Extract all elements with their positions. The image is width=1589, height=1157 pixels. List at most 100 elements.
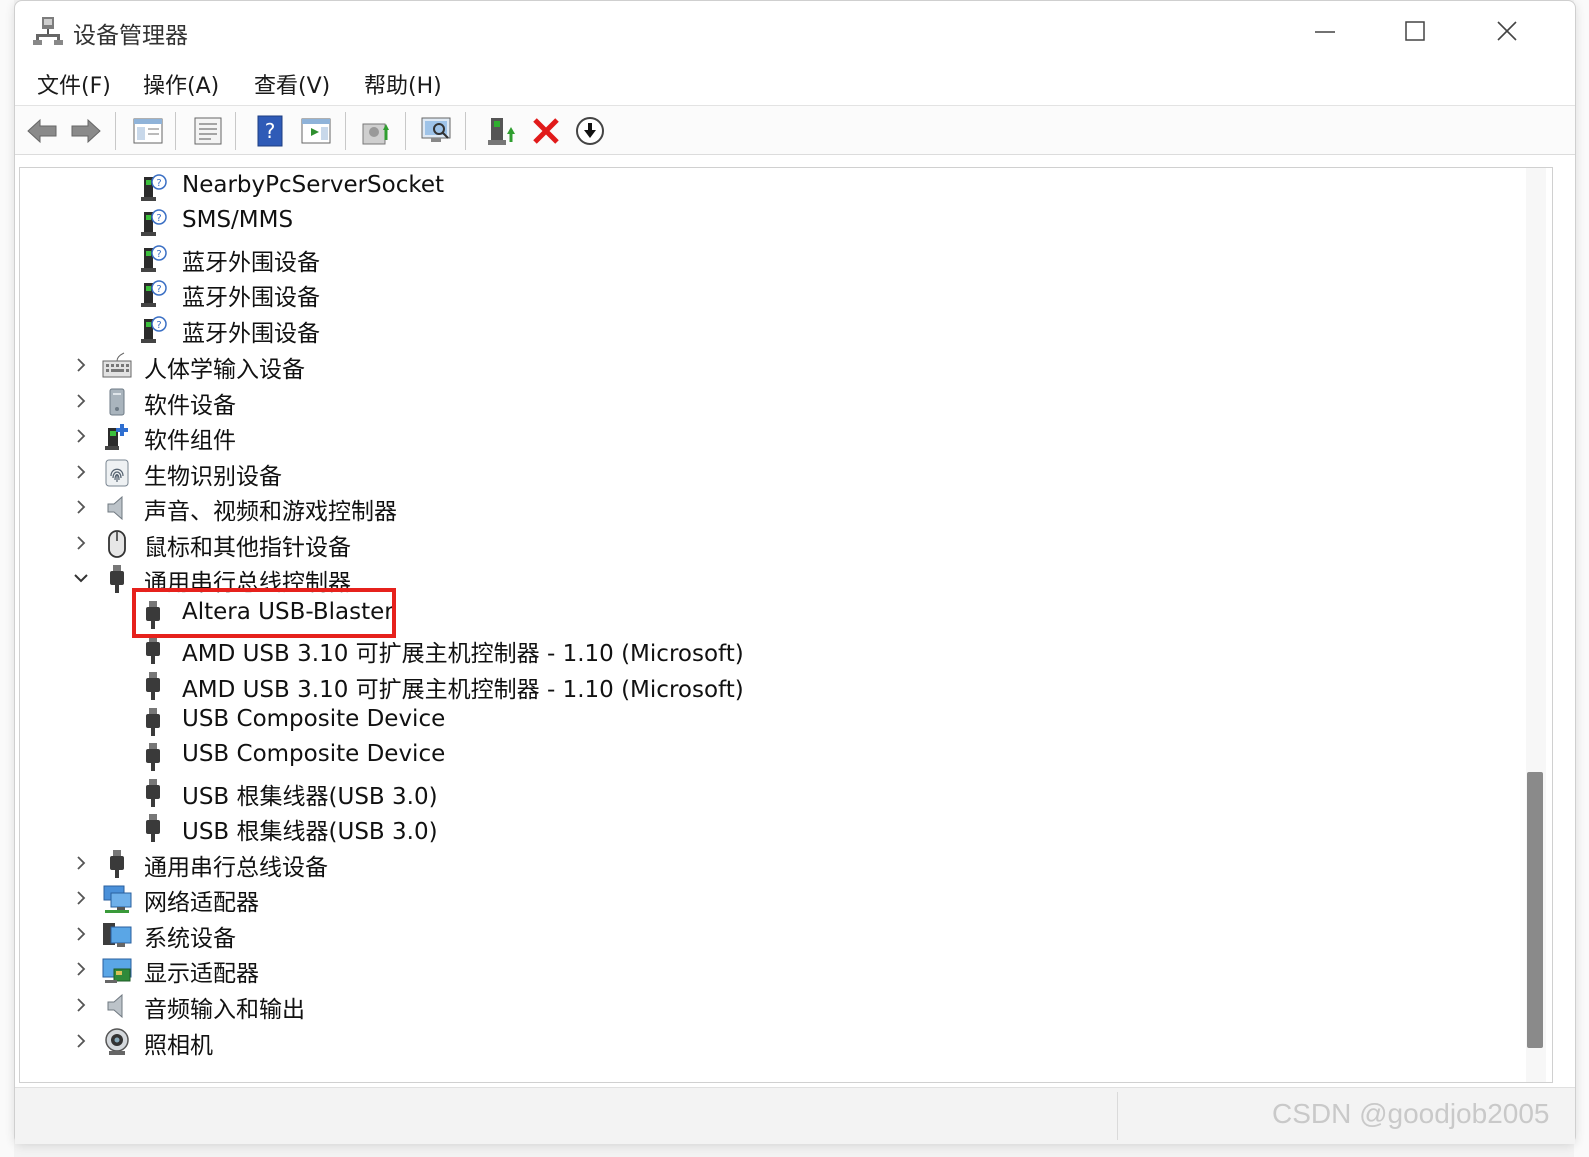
back-arrow-icon[interactable] — [25, 114, 59, 148]
toolbar-separator — [405, 112, 406, 150]
tree-item-label: USB 根集线器(USB 3.0) — [182, 784, 438, 810]
tree-item[interactable]: ? NearbyPcServerSocket — [20, 170, 1520, 205]
tree-category[interactable]: 生物识别设备 — [20, 455, 1520, 490]
tree-category[interactable]: 软件组件 — [20, 419, 1520, 454]
chevron-right-icon[interactable] — [72, 996, 90, 1014]
background-left-edge — [0, 0, 14, 1157]
tree-category-label: 软件设备 — [144, 393, 236, 419]
tree-item[interactable]: USB Composite Device — [20, 739, 1520, 774]
tree-item-label: NearbyPcServerSocket — [182, 172, 445, 198]
tree-category[interactable]: 网络适配器 — [20, 881, 1520, 916]
tree-item[interactable]: AMD USB 3.10 可扩展主机控制器 - 1.10 (Microsoft) — [20, 668, 1520, 703]
menu-file[interactable]: 文件(F) — [33, 68, 115, 100]
show-hide-console-tree-icon[interactable] — [131, 114, 165, 148]
properties-icon[interactable] — [191, 114, 225, 148]
chevron-right-icon[interactable] — [72, 889, 90, 907]
software-component-icon — [102, 422, 132, 452]
svg-text:?: ? — [156, 178, 161, 189]
system-devices-icon — [102, 920, 132, 950]
chevron-right-icon[interactable] — [72, 463, 90, 481]
update-driver-icon[interactable] — [359, 114, 393, 148]
tree-category[interactable]: 通用串行总线设备 — [20, 846, 1520, 881]
menu-view[interactable]: 查看(V) — [250, 68, 334, 100]
toolbar: ? — [15, 105, 1575, 155]
maximize-button[interactable] — [1395, 15, 1435, 49]
mouse-icon — [102, 529, 132, 559]
tree-category[interactable]: 系统设备 — [20, 917, 1520, 952]
device-manager-window: 设备管理器 文件(F) 操作(A) 查看(V) 帮助(H) ? ? Nearby… — [14, 0, 1576, 1144]
scrollbar-thumb[interactable] — [1527, 772, 1543, 1048]
tree-item-label: 蓝牙外围设备 — [182, 250, 320, 276]
toolbar-separator — [115, 112, 116, 150]
tree-category[interactable]: 音频输入和输出 — [20, 988, 1520, 1023]
tree-category-label: 系统设备 — [144, 926, 236, 952]
bluetooth-device-icon: ? — [138, 208, 168, 238]
chevron-right-icon[interactable] — [72, 925, 90, 943]
chevron-right-icon[interactable] — [72, 534, 90, 552]
tree-category[interactable]: 鼠标和其他指针设备 — [20, 526, 1520, 561]
speaker-icon — [102, 493, 132, 523]
bluetooth-device-icon: ? — [138, 315, 168, 345]
tree-item-label: AMD USB 3.10 可扩展主机控制器 - 1.10 (Microsoft) — [182, 677, 744, 703]
tree-category[interactable]: 人体学输入设备 — [20, 348, 1520, 383]
svg-text:?: ? — [156, 320, 161, 331]
help-icon[interactable]: ? — [253, 114, 287, 148]
menu-action[interactable]: 操作(A) — [139, 68, 223, 100]
tree-item[interactable]: ? 蓝牙外围设备 — [20, 276, 1520, 311]
chevron-right-icon[interactable] — [72, 1032, 90, 1050]
toolbar-separator — [175, 112, 176, 150]
toolbar-separator — [345, 112, 346, 150]
tree-category[interactable]: 照相机 — [20, 1024, 1520, 1059]
minimize-button[interactable] — [1305, 15, 1345, 49]
usb-plug-icon — [138, 742, 168, 772]
chevron-right-icon[interactable] — [72, 854, 90, 872]
tree-item[interactable]: ? 蓝牙外围设备 — [20, 312, 1520, 347]
usb-plug-icon — [138, 813, 168, 843]
tree-item[interactable]: USB 根集线器(USB 3.0) — [20, 775, 1520, 810]
tree-category-label: 网络适配器 — [144, 890, 259, 916]
disable-device-icon[interactable] — [573, 114, 607, 148]
chevron-right-icon[interactable] — [72, 356, 90, 374]
chevron-right-icon[interactable] — [72, 427, 90, 445]
bluetooth-device-icon: ? — [138, 244, 168, 274]
bluetooth-device-icon: ? — [138, 173, 168, 203]
usb-plug-icon — [102, 564, 132, 594]
tree-category[interactable]: 声音、视频和游戏控制器 — [20, 490, 1520, 525]
tree-item-label: AMD USB 3.10 可扩展主机控制器 - 1.10 (Microsoft) — [182, 641, 744, 667]
network-adapter-icon — [102, 884, 132, 914]
tree-category-label: 显示适配器 — [144, 961, 259, 987]
enable-device-icon[interactable] — [485, 114, 519, 148]
chevron-right-icon[interactable] — [72, 960, 90, 978]
speaker-icon — [102, 991, 132, 1021]
toolbar-separator — [465, 112, 466, 150]
usb-plug-icon — [138, 707, 168, 737]
menu-help[interactable]: 帮助(H) — [360, 68, 446, 100]
tree-category[interactable]: 显示适配器 — [20, 952, 1520, 987]
tree-category[interactable]: 软件设备 — [20, 384, 1520, 419]
tree-item[interactable]: USB Composite Device — [20, 704, 1520, 739]
background-right-edge — [1574, 0, 1589, 1157]
bluetooth-device-icon: ? — [138, 279, 168, 309]
tree-category-label: 鼠标和其他指针设备 — [144, 535, 351, 561]
menu-bar: 文件(F) 操作(A) 查看(V) 帮助(H) — [15, 63, 1575, 105]
tree-item-label: USB 根集线器(USB 3.0) — [182, 819, 438, 845]
chevron-right-icon[interactable] — [72, 498, 90, 516]
uninstall-device-icon[interactable] — [529, 114, 563, 148]
fingerprint-icon — [102, 458, 132, 488]
tree-category-label: 音频输入和输出 — [144, 997, 305, 1023]
software-device-icon — [102, 387, 132, 417]
chevron-right-icon[interactable] — [72, 392, 90, 410]
action-pane-icon[interactable] — [299, 114, 333, 148]
tree-item[interactable]: USB 根集线器(USB 3.0) — [20, 810, 1520, 845]
tree-item-label: 蓝牙外围设备 — [182, 285, 320, 311]
status-divider — [1117, 1092, 1118, 1140]
tree-item[interactable]: ? 蓝牙外围设备 — [20, 241, 1520, 276]
tree-item[interactable]: ? SMS/MMS — [20, 205, 1520, 240]
close-button[interactable] — [1487, 15, 1527, 49]
tree-item-label: SMS/MMS — [182, 207, 294, 233]
forward-arrow-icon[interactable] — [69, 114, 103, 148]
chevron-down-icon[interactable] — [72, 569, 90, 587]
display-adapter-icon — [102, 955, 132, 985]
scan-hardware-icon[interactable] — [419, 114, 453, 148]
title-bar: 设备管理器 — [15, 1, 1575, 63]
